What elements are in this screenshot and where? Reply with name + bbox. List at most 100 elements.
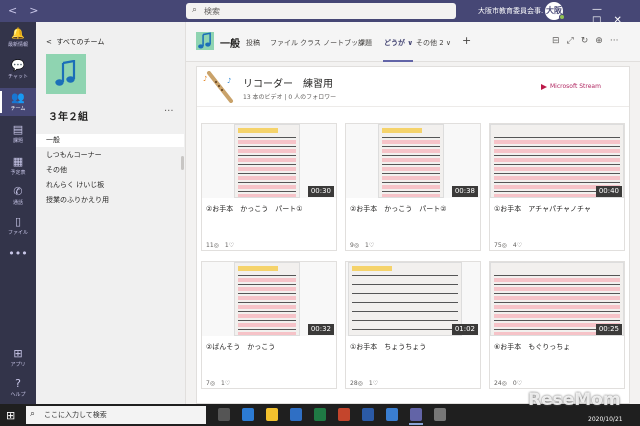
search-placeholder: 検索 <box>204 7 220 16</box>
all-teams-label: すべてのチーム <box>56 38 105 46</box>
conversation-icon[interactable]: ⊟ <box>552 36 560 46</box>
recorder-icon: ♪ ♪ <box>203 71 233 103</box>
all-teams-link[interactable]: < すべてのチーム <box>46 37 104 47</box>
rail-item-assignments[interactable]: ▤ 課題 <box>0 120 36 148</box>
forward-arrow-icon[interactable]: > <box>29 4 38 17</box>
powerpoint-icon[interactable] <box>338 408 350 421</box>
expand-icon[interactable]: ⤢ <box>567 36 574 46</box>
bell-icon: 🔔 <box>11 27 25 40</box>
video-card[interactable]: 01:02 ①お手本 ちょうちょう 28◎ 1♡ <box>345 261 481 389</box>
lyrics-band <box>494 296 620 300</box>
lyrics-band <box>494 278 620 282</box>
help-icon: ? <box>15 377 21 390</box>
lyrics-band <box>494 167 620 171</box>
video-duration-badge: 00:38 <box>451 186 478 197</box>
rail-item-label: チーム <box>10 106 26 112</box>
video-title: ①お手本 ちょうちょう <box>350 343 427 351</box>
lyrics-band <box>238 185 296 189</box>
tab-item[interactable]: 投稿 <box>246 38 260 48</box>
search-input[interactable]: ⌕ 検索 <box>186 3 456 19</box>
mail-icon[interactable] <box>290 408 302 421</box>
video-card[interactable]: 00:25 ⑥お手本 もぐりっちょ 24◎ 0♡ <box>489 261 625 389</box>
staff-line <box>352 311 458 312</box>
tab-item[interactable]: + <box>462 34 471 47</box>
video-stats: 11◎ 1♡ <box>206 242 235 249</box>
staff-line <box>494 320 620 321</box>
rail-item-help[interactable]: ? ヘルプ <box>0 374 36 402</box>
refresh-icon[interactable]: ↻ <box>581 36 589 46</box>
microsoft-stream-logo[interactable]: Microsoft Stream <box>541 83 601 90</box>
rail-item-label: 課題 <box>12 138 23 144</box>
back-arrow-icon[interactable]: < <box>8 4 17 17</box>
video-duration-badge: 01:02 <box>451 324 478 335</box>
rail-item-more-apps[interactable]: ••• <box>0 244 36 272</box>
video-stats: 9◎ 1♡ <box>350 242 375 249</box>
globe-icon[interactable]: ⊕ <box>595 36 603 46</box>
channel-item[interactable]: しつもんコーナー <box>36 149 184 162</box>
channel-item[interactable]: その他 <box>36 164 184 177</box>
staff-line <box>238 311 296 312</box>
teams-app-icon[interactable] <box>409 408 423 425</box>
task-view-icon[interactable] <box>218 408 230 421</box>
rail-item-calendar[interactable]: ▦ 予定表 <box>0 152 36 180</box>
stream-logo-label: Microsoft Stream <box>550 83 601 90</box>
staff-line <box>352 320 458 321</box>
staff-line <box>494 173 620 174</box>
channel-item[interactable]: れんらく けいじ板 <box>36 179 184 192</box>
tab-item[interactable]: その他 2 ∨ <box>416 38 451 48</box>
tab-item[interactable]: ファイル <box>270 38 298 48</box>
rail-item-teams[interactable]: 👥 チーム <box>0 88 36 116</box>
minimize-button[interactable]: — <box>592 4 602 15</box>
edge-icon[interactable] <box>242 408 254 421</box>
word-icon[interactable] <box>362 408 374 421</box>
excel-icon[interactable] <box>314 408 326 421</box>
staff-line <box>494 146 620 147</box>
sidebar-scrollbar[interactable] <box>181 156 184 170</box>
rail-item-phone[interactable]: ✆ 通話 <box>0 182 36 210</box>
rail-item-bell[interactable]: 🔔 最新情報 <box>0 24 36 52</box>
staff-line <box>238 302 296 303</box>
video-card[interactable]: 00:40 ①お手本 アチャパチャノチャ 75◎ 4♡ <box>489 123 625 251</box>
video-duration-badge: 00:32 <box>307 324 334 335</box>
staff-line <box>352 275 458 276</box>
lyrics-band <box>382 194 440 197</box>
video-card[interactable]: 00:30 ②お手本 かっこう パート① 11◎ 1♡ <box>201 123 337 251</box>
video-thumbnail[interactable] <box>234 262 300 336</box>
taskbar-search-placeholder: ここに入力して検索 <box>44 411 107 419</box>
camera-app-icon[interactable] <box>434 408 446 421</box>
file-explorer-icon[interactable] <box>266 408 278 421</box>
staff-line <box>494 311 620 312</box>
team-more-options-button[interactable]: ··· <box>164 106 174 117</box>
staff-line <box>238 164 296 165</box>
windows-start-icon[interactable]: ⊞ <box>6 409 15 422</box>
tab-item[interactable]: クラス ノートブック <box>300 38 365 48</box>
channel-item[interactable]: 一般 <box>36 134 184 147</box>
staff-line <box>238 329 296 330</box>
video-card[interactable]: 00:32 ②ばんそう かっこう 7◎ 1♡ <box>201 261 337 389</box>
store-icon[interactable] <box>386 408 398 421</box>
lyrics-band <box>238 332 296 335</box>
staff-line <box>238 155 296 156</box>
video-thumbnail[interactable] <box>378 124 444 198</box>
taskbar-search-input[interactable]: ⌕ ここに入力して検索 <box>26 406 206 424</box>
history-nav: < > <box>8 4 50 17</box>
rail-item-label: ファイル <box>7 230 28 236</box>
video-duration-badge: 00:40 <box>595 186 622 197</box>
video-thumbnail[interactable] <box>234 124 300 198</box>
tab-item[interactable]: 課題 <box>358 38 372 48</box>
rail-item-files[interactable]: ▯ ファイル <box>0 212 36 240</box>
video-card[interactable]: 00:38 ②お手本 かっこう パート② 9◎ 1♡ <box>345 123 481 251</box>
lyrics-band <box>494 314 620 318</box>
music-note-icon <box>55 60 76 86</box>
rail-item-apps[interactable]: ⊞ アプリ <box>0 344 36 372</box>
rail-item-chat[interactable]: 💬 チャット <box>0 56 36 84</box>
organization-name[interactable]: 大阪市教育委員会事... <box>478 6 544 16</box>
tab-item[interactable]: どうが ∨ <box>384 38 413 48</box>
video-title: ②お手本 かっこう パート① <box>206 205 303 213</box>
video-thumbnail[interactable] <box>348 262 462 336</box>
staff-line <box>382 155 440 156</box>
more-options-icon[interactable]: ··· <box>610 36 619 46</box>
channel-item[interactable]: 授業のふりかえり用 <box>36 194 184 207</box>
video-stats: 7◎ 1♡ <box>206 380 231 387</box>
phone-icon: ✆ <box>13 185 23 198</box>
